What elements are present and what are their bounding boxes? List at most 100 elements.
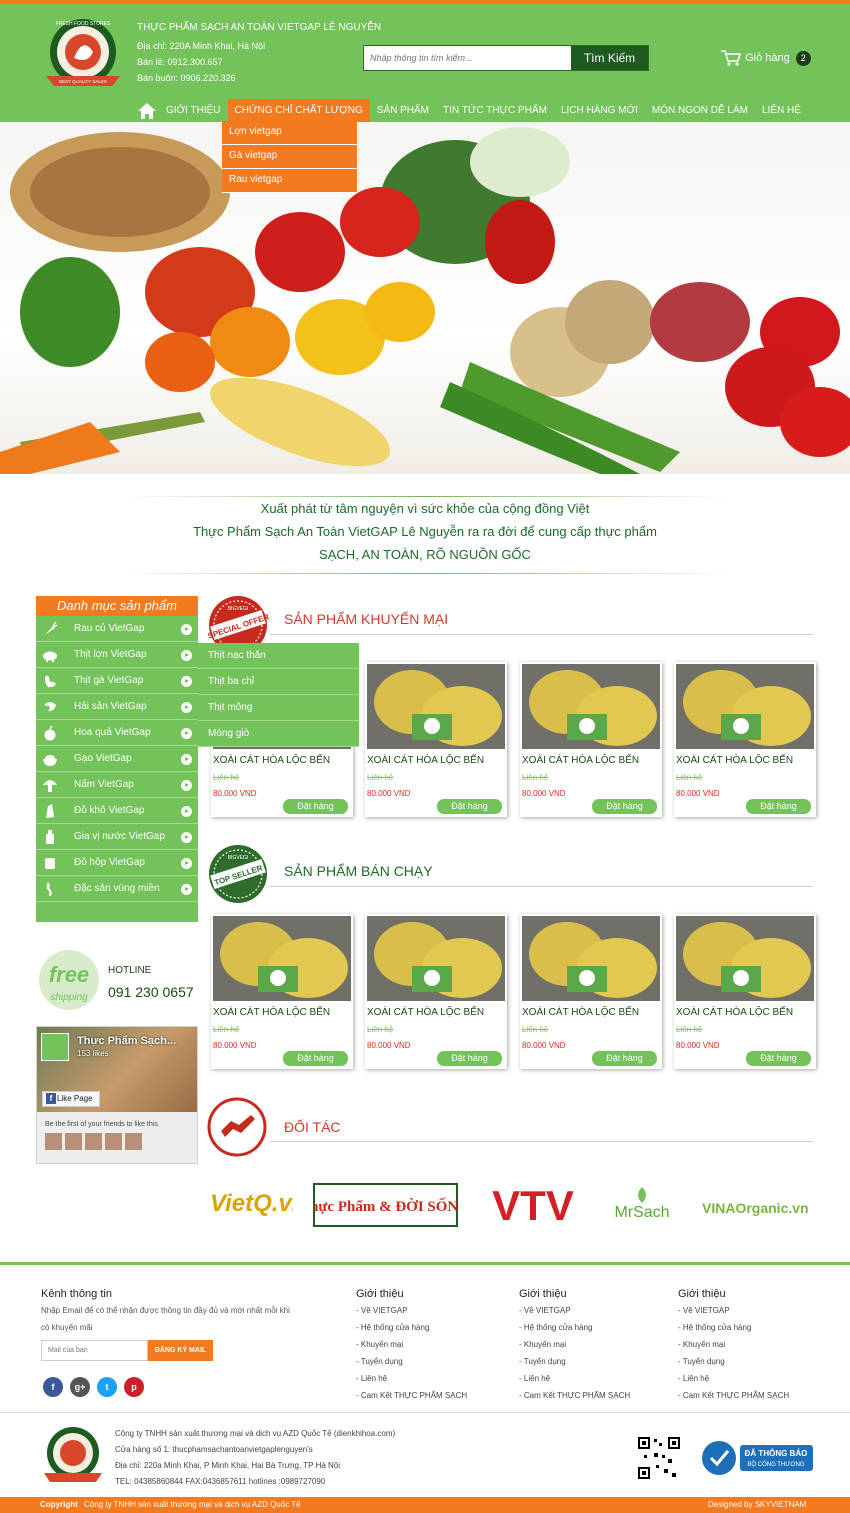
footer-link[interactable]: - Liên hệ xyxy=(678,1374,709,1383)
hero-banner[interactable] xyxy=(0,122,850,474)
product-image[interactable] xyxy=(213,916,351,1001)
footer-link[interactable]: - Khuyến mại xyxy=(356,1340,403,1349)
bo-cong-thuong-badge[interactable]: ĐÃ THÔNG BÁO BỘ CÔNG THƯƠNG xyxy=(700,1439,815,1477)
search-input[interactable] xyxy=(364,46,572,70)
category-item-nam[interactable]: Nấm VietGap xyxy=(36,772,198,798)
avatar[interactable] xyxy=(45,1133,62,1150)
avatar[interactable] xyxy=(85,1133,102,1150)
footer-link[interactable]: - Về VIETGAP xyxy=(678,1306,730,1315)
product-card[interactable]: XOÀI CÁT HÒA LỘC BẾN Liên hệ 80.000 VND Đặt… xyxy=(674,914,816,1069)
product-name[interactable]: XOÀI CÁT HÒA LỘC BẾN xyxy=(522,755,639,766)
facebook-icon[interactable]: f xyxy=(43,1377,63,1397)
order-button[interactable]: Đặt hàng xyxy=(746,1051,811,1066)
footer-link[interactable]: - Liên hệ xyxy=(519,1374,550,1383)
cart-link[interactable]: Giỏ hàng 2 xyxy=(720,48,811,68)
footer-link[interactable]: - Khuyến mại xyxy=(678,1340,725,1349)
product-card[interactable]: XOÀI CÁT HÒA LỘC BẾN Liên hệ 80.000 VND Đặt… xyxy=(365,662,507,817)
newsletter-email-input[interactable]: Mail của bạn xyxy=(41,1340,148,1361)
dropdown-item-ga[interactable]: Gà vietgap xyxy=(222,145,357,169)
product-card[interactable]: XOÀI CÁT HÒA LỘC BẾN Liên hệ 80.000 VND Đặt… xyxy=(520,662,662,817)
footer-link[interactable]: - Cam Kết THỰC PHẨM SẠCH xyxy=(678,1391,789,1400)
partner-logo-mrsach[interactable]: MrSach xyxy=(600,1185,685,1225)
google-plus-icon[interactable]: g+ xyxy=(70,1377,90,1397)
nav-lien-he[interactable]: LIÊN HỆ xyxy=(755,99,808,123)
category-item-hoa-qua[interactable]: Hoa quả VietGap xyxy=(36,720,198,746)
facebook-page-avatar[interactable] xyxy=(41,1033,69,1061)
footer-link[interactable]: - Về VIETGAP xyxy=(519,1306,571,1315)
category-item-do-hop[interactable]: Đồ hộp VietGap xyxy=(36,850,198,876)
footer-link[interactable]: - Tuyển dụng xyxy=(519,1357,566,1366)
category-item-gia-vi[interactable]: Gia vị nước VietGap xyxy=(36,824,198,850)
product-name[interactable]: XOÀI CÁT HÒA LỘC BẾN xyxy=(676,755,793,766)
footer-link[interactable]: - Tuyển dụng xyxy=(356,1357,403,1366)
submenu-item-nac-than[interactable]: Thịt nạc thăn xyxy=(198,643,359,669)
partner-logo-vtv[interactable]: VTV xyxy=(483,1180,583,1228)
order-button[interactable]: Đặt hàng xyxy=(746,799,811,814)
product-name[interactable]: XOÀI CÁT HÒA LỘC BẾN xyxy=(213,1007,330,1018)
hotline-number[interactable]: 091 230 0657 xyxy=(108,984,194,1000)
order-button[interactable]: Đặt hàng xyxy=(592,1051,657,1066)
order-button[interactable]: Đặt hàng xyxy=(437,799,502,814)
footer-link[interactable]: - Tuyển dụng xyxy=(678,1357,725,1366)
product-image[interactable] xyxy=(367,664,505,749)
nav-tin-tuc[interactable]: TIN TỨC THỰC PHẨM xyxy=(436,99,554,123)
product-image[interactable] xyxy=(676,916,814,1001)
footer-link[interactable]: - Về VIETGAP xyxy=(356,1306,408,1315)
product-name[interactable]: XOÀI CÁT HÒA LỘC BẾN xyxy=(367,1007,484,1018)
footer-link[interactable]: - Cam Kết THỰC PHẨM SẠCH xyxy=(519,1391,630,1400)
product-name[interactable]: XOÀI CÁT HÒA LỘC BẾN xyxy=(522,1007,639,1018)
category-item-do-kho[interactable]: Đồ khô VietGap xyxy=(36,798,198,824)
avatar[interactable] xyxy=(65,1133,82,1150)
footer-link[interactable]: - Hệ thống cửa hàng xyxy=(678,1323,751,1332)
category-item-thit-lon[interactable]: Thịt lợn VietGap xyxy=(36,642,198,668)
submenu-item-mong-gio[interactable]: Móng giò xyxy=(198,721,359,747)
product-card[interactable]: XOÀI CÁT HÒA LỘC BẾN Liên hệ 80.000 VND Đặt… xyxy=(520,914,662,1069)
dropdown-item-lon[interactable]: Lợn vietgap xyxy=(222,121,357,145)
newsletter-subscribe-button[interactable]: ĐĂNG KÝ MAIL xyxy=(148,1340,213,1361)
order-button[interactable]: Đặt hàng xyxy=(283,1051,348,1066)
product-name[interactable]: XOÀI CÁT HÒA LỘC BẾN xyxy=(213,755,330,766)
nav-chung-chi[interactable]: CHỨNG CHỈ CHẤT LƯỢNG xyxy=(227,99,370,123)
avatar[interactable] xyxy=(105,1133,122,1150)
footer-link[interactable]: - Khuyến mại xyxy=(519,1340,566,1349)
dropdown-item-rau[interactable]: Rau vietgap xyxy=(222,169,357,193)
product-image[interactable] xyxy=(367,916,505,1001)
product-card[interactable]: XOÀI CÁT HÒA LỘC BẾN Liên hệ 80.000 VND Đặt… xyxy=(211,914,353,1069)
nav-mon-ngon[interactable]: MÓN NGON DỄ LÀM xyxy=(645,99,755,123)
partner-logo-vietq[interactable]: VietQ.vn xyxy=(208,1183,293,1228)
product-card[interactable]: XOÀI CÁT HÒA LỘC BẾN Liên hệ 80.000 VND Đặt… xyxy=(674,662,816,817)
order-button[interactable]: Đặt hàng xyxy=(283,799,348,814)
facebook-like-button[interactable]: Like Page xyxy=(42,1091,100,1107)
nav-lich-hang[interactable]: LỊCH HÀNG MỚI xyxy=(554,99,645,123)
category-item-dac-san[interactable]: Đặc sản vùng miền xyxy=(36,876,198,902)
product-image[interactable] xyxy=(522,916,660,1001)
product-image[interactable] xyxy=(676,664,814,749)
category-item-gao[interactable]: Gạo VietGap xyxy=(36,746,198,772)
nav-gioi-thieu[interactable]: GIỚI THIỆU xyxy=(159,99,228,123)
product-card[interactable]: XOÀI CÁT HÒA LỘC BẾN Liên hệ 80.000 VND Đặt… xyxy=(365,914,507,1069)
product-name[interactable]: XOÀI CÁT HÒA LỘC BẾN xyxy=(367,755,484,766)
footer-link[interactable]: - Cam Kết THỰC PHẨM SẠCH xyxy=(356,1391,467,1400)
order-button[interactable]: Đặt hàng xyxy=(437,1051,502,1066)
submenu-item-ba-chi[interactable]: Thịt ba chỉ xyxy=(198,669,359,695)
partner-logo-vinaorganic[interactable]: VINAOrganic.vn xyxy=(700,1185,815,1225)
store-logo[interactable]: FRESH FOOD STORES BEST QUALITY SALES xyxy=(38,16,128,91)
footer-link[interactable]: - Hệ thống cửa hàng xyxy=(356,1323,429,1332)
search-button[interactable]: Tìm Kiếm xyxy=(571,46,648,70)
partner-logo-thuc-pham[interactable]: Thực Phẩm & ĐỜI SỐNG xyxy=(313,1183,458,1227)
category-item-hai-san[interactable]: Hải sản VietGap xyxy=(36,694,198,720)
facebook-page-name[interactable]: Thực Phẩm Sạch... xyxy=(77,1035,176,1047)
footer-logo[interactable] xyxy=(40,1425,106,1485)
category-item-thit-ga[interactable]: Thịt gà VietGap xyxy=(36,668,198,694)
nav-san-pham[interactable]: SẢN PHẨM xyxy=(370,99,436,123)
product-name[interactable]: XOÀI CÁT HÒA LỘC BẾN xyxy=(676,1007,793,1018)
pinterest-icon[interactable]: p xyxy=(124,1377,144,1397)
footer-link[interactable]: - Hệ thống cửa hàng xyxy=(519,1323,592,1332)
submenu-item-mong[interactable]: Thịt mông xyxy=(198,695,359,721)
order-button[interactable]: Đặt hàng xyxy=(592,799,657,814)
product-image[interactable] xyxy=(522,664,660,749)
twitter-icon[interactable]: t xyxy=(97,1377,117,1397)
home-icon[interactable] xyxy=(137,102,157,120)
category-item-rau-cu[interactable]: Rau củ VietGap xyxy=(36,616,198,642)
footer-link[interactable]: - Liên hệ xyxy=(356,1374,387,1383)
